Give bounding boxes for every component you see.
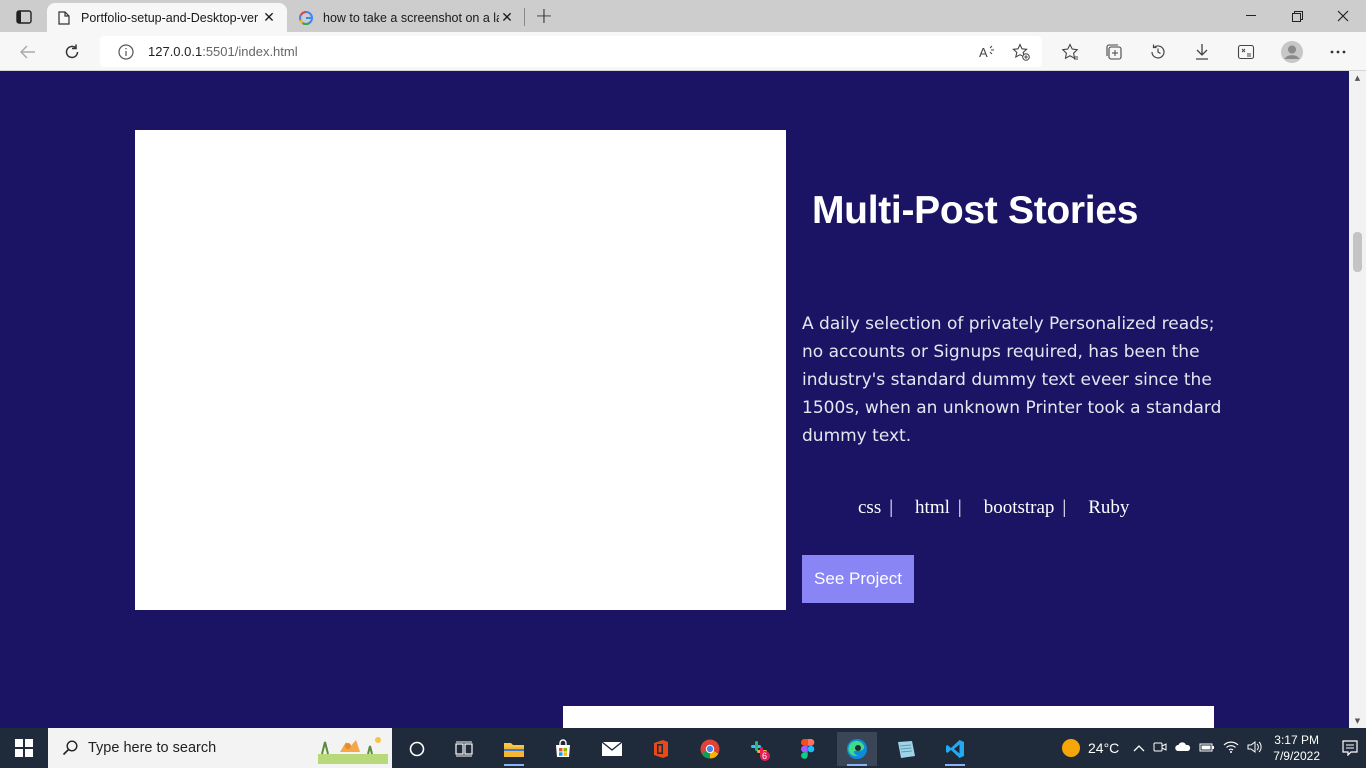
window-controls xyxy=(1228,0,1366,32)
slack-icon[interactable]: 6 xyxy=(739,732,779,766)
tab-screenshot-search[interactable]: how to take a screenshot on a la ✕ xyxy=(289,3,525,32)
scroll-up-arrow-icon[interactable]: ▲ xyxy=(1349,71,1366,85)
cortana-icon[interactable] xyxy=(397,732,437,766)
taskbar-search-box[interactable]: Type here to search xyxy=(48,728,392,768)
collections-icon[interactable] xyxy=(1100,38,1128,66)
scroll-down-arrow-icon[interactable]: ▼ xyxy=(1349,714,1366,728)
restore-button[interactable] xyxy=(1274,0,1320,32)
close-window-button[interactable] xyxy=(1320,0,1366,32)
tab-title: how to take a screenshot on a la xyxy=(323,10,499,25)
vscode-icon[interactable] xyxy=(935,732,975,766)
system-tray: 24°C 3:17 PM 7/9/2022 xyxy=(1062,728,1366,768)
tag-bootstrap: bootstrap xyxy=(983,497,1055,518)
see-project-button[interactable]: See Project xyxy=(802,555,914,603)
back-arrow-icon[interactable] xyxy=(14,38,42,66)
slack-badge: 6 xyxy=(762,751,768,761)
next-project-image xyxy=(563,706,1214,728)
taskbar-clock[interactable]: 3:17 PM 7/9/2022 xyxy=(1273,732,1320,764)
clock-date: 7/9/2022 xyxy=(1273,749,1320,763)
downloads-icon[interactable] xyxy=(1188,38,1216,66)
refresh-icon[interactable] xyxy=(58,38,86,66)
figma-icon[interactable] xyxy=(788,732,828,766)
browser-tab-bar: Portfolio-setup-and-Desktop-ver ✕ how to… xyxy=(0,0,1366,32)
scrollbar-thumb[interactable] xyxy=(1353,232,1362,272)
tag-css: css xyxy=(858,497,882,518)
meet-now-icon[interactable] xyxy=(1153,741,1167,756)
url-text: 127.0.0.1:5501/index.html xyxy=(148,44,298,59)
windows-start-icon[interactable] xyxy=(0,728,48,768)
page-scrollbar[interactable]: ▲ ▼ xyxy=(1349,71,1366,728)
tray-icons xyxy=(1133,740,1263,756)
tag-html: html xyxy=(915,497,950,518)
close-tab-icon[interactable]: ✕ xyxy=(261,10,277,26)
project-description: A daily selection of privately Personali… xyxy=(802,314,1222,446)
close-tab-icon[interactable]: ✕ xyxy=(499,10,515,26)
svg-text:A: A xyxy=(979,45,988,60)
project-image xyxy=(135,130,786,610)
notification-center-icon[interactable] xyxy=(1334,728,1366,768)
weather-temperature: 24°C xyxy=(1088,740,1120,756)
tab-portfolio[interactable]: Portfolio-setup-and-Desktop-ver ✕ xyxy=(47,3,287,32)
google-icon xyxy=(299,10,313,25)
read-aloud-icon[interactable]: A xyxy=(974,39,1000,65)
browser-toolbar: 127.0.0.1:5501/index.html A xyxy=(0,32,1366,71)
running-indicator xyxy=(847,764,867,766)
url-path: :5501/index.html xyxy=(202,44,298,59)
page-content: Multi-Post Stories A daily selection of … xyxy=(0,71,1349,728)
mail-icon[interactable] xyxy=(592,732,632,766)
chevron-up-icon[interactable] xyxy=(1133,741,1145,756)
add-favorite-icon[interactable] xyxy=(1008,39,1034,65)
sun-icon xyxy=(1062,739,1080,757)
search-placeholder: Type here to search xyxy=(88,740,217,756)
running-indicator xyxy=(504,764,524,766)
weather-widget[interactable]: 24°C xyxy=(1062,739,1119,757)
notepad-icon[interactable] xyxy=(886,732,926,766)
project-tags: css | html | bootstrap | Ruby xyxy=(858,497,1129,519)
tab-title: Portfolio-setup-and-Desktop-ver xyxy=(81,10,259,25)
url-host: 127.0.0.1 xyxy=(148,44,203,59)
wifi-icon[interactable] xyxy=(1223,741,1239,756)
chrome-icon[interactable] xyxy=(690,732,730,766)
history-icon[interactable] xyxy=(1144,38,1172,66)
site-info-icon[interactable] xyxy=(116,42,136,62)
windows-taskbar: Type here to search 6 24°C 3:17 PM 7/9/2… xyxy=(0,728,1366,768)
new-tab-button[interactable]: + xyxy=(531,4,557,29)
favorites-icon[interactable] xyxy=(1056,38,1084,66)
office-icon[interactable] xyxy=(641,732,681,766)
project-title: Multi-Post Stories xyxy=(812,189,1139,232)
search-icon xyxy=(60,738,80,758)
minimize-button[interactable] xyxy=(1228,0,1274,32)
clock-time: 3:17 PM xyxy=(1274,733,1319,747)
running-indicator xyxy=(945,764,965,766)
math-solver-icon[interactable] xyxy=(1232,38,1260,66)
address-bar-actions: A xyxy=(974,39,1034,65)
task-view-icon[interactable] xyxy=(444,732,484,766)
tab-divider xyxy=(524,8,525,26)
search-highlight-illustration-icon xyxy=(318,732,388,764)
address-bar[interactable]: 127.0.0.1:5501/index.html A xyxy=(100,36,1042,67)
more-options-icon[interactable] xyxy=(1324,38,1352,66)
tag-ruby: Ruby xyxy=(1088,497,1130,518)
microsoft-store-icon[interactable] xyxy=(543,732,583,766)
file-explorer-icon[interactable] xyxy=(494,732,534,766)
profile-avatar[interactable] xyxy=(1278,38,1306,66)
onedrive-icon[interactable] xyxy=(1175,741,1191,756)
volume-icon[interactable] xyxy=(1247,740,1263,756)
document-icon xyxy=(57,10,71,25)
edge-icon[interactable] xyxy=(837,732,877,766)
battery-icon[interactable] xyxy=(1199,741,1215,756)
tab-actions-icon[interactable] xyxy=(8,6,40,28)
